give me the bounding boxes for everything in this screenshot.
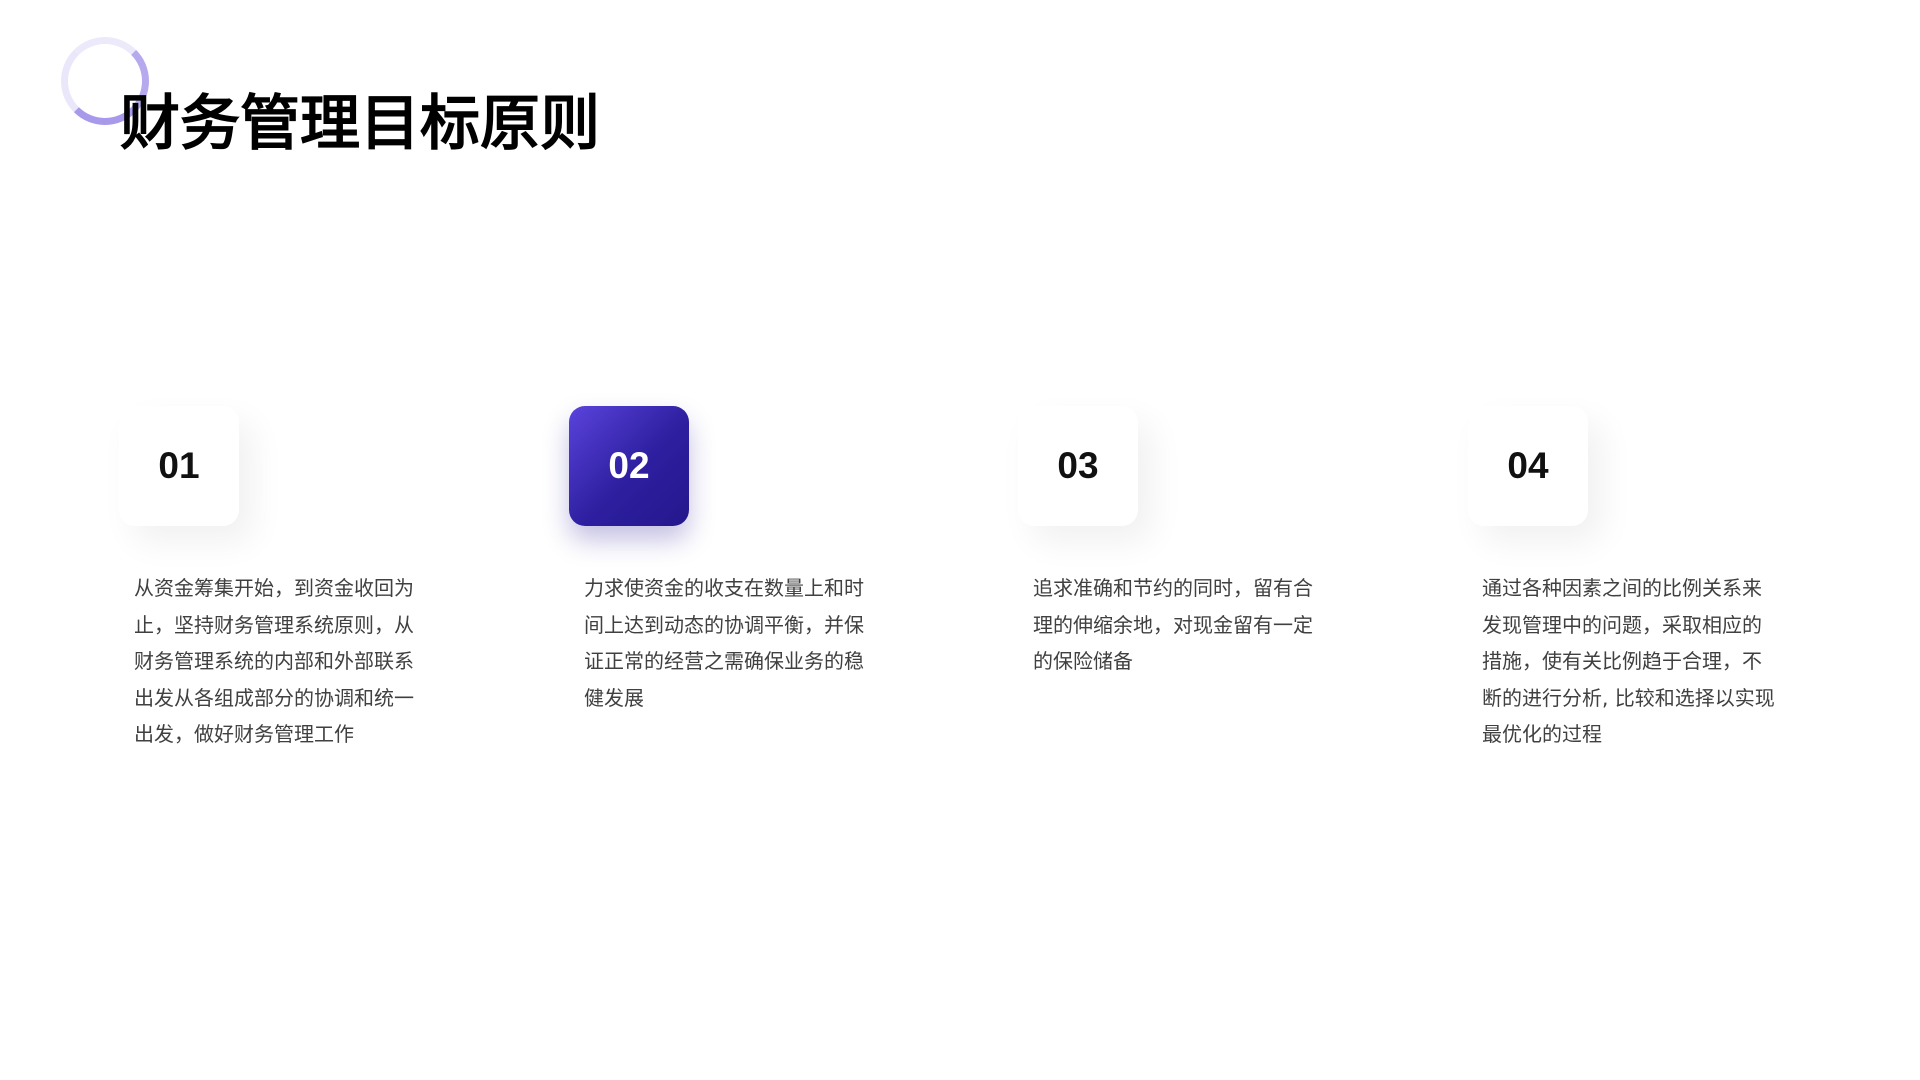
card-number: 01 (158, 445, 200, 486)
number-card-04: 04 (1468, 406, 1588, 526)
principle-description-02: 力求使资金的收支在数量上和时间上达到动态的协调平衡，并保证正常的经营之需确保业务… (584, 576, 864, 710)
card-number: 04 (1507, 445, 1549, 486)
number-card-01: 01 (119, 406, 239, 526)
principle-description-04: 通过各种因素之间的比例关系来发现管理中的问题，采取相应的措施，使有关比例趋于合理… (1482, 576, 1775, 746)
card-number: 02 (608, 445, 650, 486)
number-card-02: 02 (569, 406, 689, 526)
page-title: 财务管理目标原则 (120, 89, 600, 159)
slide: 财务管理目标原则 01 02 03 04 从资金筹集开始，到资金收回为止，坚持财… (0, 0, 1920, 1080)
principle-description-01: 从资金筹集开始，到资金收回为止，坚持财务管理系统原则，从财务管理系统的内部和外部… (134, 576, 414, 746)
card-number: 03 (1057, 445, 1099, 486)
number-card-03: 03 (1018, 406, 1138, 526)
principle-description-03: 追求准确和节约的同时，留有合理的伸缩余地，对现金留有一定的保险储备 (1033, 576, 1313, 673)
